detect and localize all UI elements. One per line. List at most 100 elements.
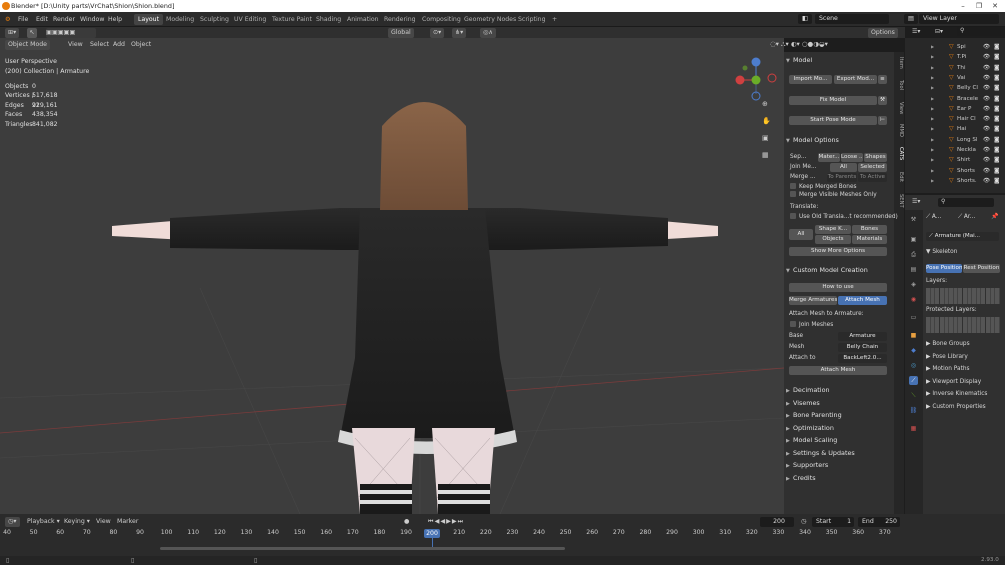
visibility-eye-icon[interactable]: 👁 xyxy=(983,176,990,186)
render-camera-icon[interactable]: ◙ xyxy=(994,135,999,145)
base-armature-field[interactable]: Armature xyxy=(838,332,887,341)
clock-icon[interactable]: ◷ xyxy=(801,517,806,527)
tab-cats[interactable]: CATS xyxy=(894,147,904,160)
modifier-props-icon[interactable]: ◆ xyxy=(909,346,918,355)
view-layer-field[interactable]: View Layer xyxy=(919,14,999,24)
bone-layers-grid[interactable] xyxy=(926,288,1000,304)
import-model-button[interactable]: Import Mo... xyxy=(789,75,832,84)
section-bone-groups[interactable]: ▶ Bone Groups xyxy=(926,340,970,349)
proportional-edit-icon[interactable]: ◎∧ xyxy=(480,28,496,38)
translate-bones-button[interactable]: Bones xyxy=(852,225,887,234)
timeline-menu-view[interactable]: View xyxy=(96,517,111,527)
render-camera-icon[interactable]: ◙ xyxy=(994,124,999,134)
tab-texture-paint[interactable]: Texture Paint xyxy=(268,14,316,25)
constraint-props-icon[interactable]: ⛓ xyxy=(909,406,918,415)
old-translate-checkbox[interactable]: Use Old Transla...t recommended) xyxy=(790,213,898,222)
outliner-editor-icon[interactable]: ☰▾ xyxy=(912,28,920,35)
visibility-eye-icon[interactable]: 👁 xyxy=(983,83,990,93)
render-camera-icon[interactable]: ◙ xyxy=(994,114,999,124)
start-frame-field[interactable]: Start 1 xyxy=(812,517,854,527)
section-model[interactable]: ▼ Model xyxy=(786,55,892,65)
outliner-row[interactable]: ▶ ▽ Thi 👁 ◙ xyxy=(905,63,1005,73)
outliner-row[interactable]: ▶ ▽ Shorts 👁 ◙ xyxy=(905,166,1005,176)
section-visemes[interactable]: ▶ Visemes xyxy=(786,398,892,408)
how-to-use-button[interactable]: How to use xyxy=(789,283,887,292)
tab-rendering[interactable]: Rendering xyxy=(380,14,420,25)
merge-to-active-button[interactable]: To Active xyxy=(858,173,887,182)
separate-loose-button[interactable]: Loose ... xyxy=(841,153,863,162)
render-camera-icon[interactable]: ◙ xyxy=(994,52,999,62)
viewport-menu-add[interactable]: Add xyxy=(113,40,125,50)
expand-icon[interactable]: ▶ xyxy=(931,104,934,114)
separate-shapes-button[interactable]: Shapes xyxy=(864,153,887,162)
outliner-row[interactable]: ▶ ▽ Ear P 👁 ◙ xyxy=(905,104,1005,114)
camera-icon[interactable]: ▣ xyxy=(762,134,769,142)
expand-icon[interactable]: ▶ xyxy=(931,166,934,176)
tab-mmd[interactable]: MMD xyxy=(894,124,904,137)
render-camera-icon[interactable]: ◙ xyxy=(994,83,999,93)
properties-search-icon[interactable]: ⚲ xyxy=(938,198,994,207)
render-camera-icon[interactable]: ◙ xyxy=(994,63,999,73)
merge-armatures-tab[interactable]: Merge Armatures xyxy=(789,296,837,305)
outliner-search-icon[interactable]: ⚲ xyxy=(957,27,1001,36)
section-supporters[interactable]: ▶ Supporters xyxy=(786,460,892,470)
maximize-button[interactable]: ❐ xyxy=(971,0,987,12)
blender-menu-icon[interactable]: ⚙ xyxy=(5,12,11,27)
select-mode-icons[interactable]: ▣▣▣▣▣ xyxy=(46,28,96,38)
section-viewport-display[interactable]: ▶ Viewport Display xyxy=(926,378,981,387)
menu-file[interactable]: File xyxy=(18,12,28,27)
outliner-row[interactable]: ▶ ▽ Hair Cl 👁 ◙ xyxy=(905,114,1005,124)
tab-view[interactable]: View xyxy=(894,102,904,114)
tab-uv-editing[interactable]: UV Editing xyxy=(230,14,270,25)
expand-icon[interactable]: ▶ xyxy=(931,145,934,155)
render-camera-icon[interactable]: ◙ xyxy=(994,166,999,176)
section-motion-paths[interactable]: ▶ Motion Paths xyxy=(926,365,970,374)
expand-icon[interactable]: ▶ xyxy=(931,176,934,186)
tab-scripting[interactable]: Scripting xyxy=(514,14,550,25)
render-camera-icon[interactable]: ◙ xyxy=(994,73,999,83)
add-workspace-icon[interactable]: + xyxy=(548,14,561,25)
mesh-field[interactable]: Belly Chain xyxy=(838,343,887,352)
viewport-menu-view[interactable]: View xyxy=(68,40,83,50)
grid-view-icon[interactable]: ▦ xyxy=(762,151,769,159)
object-props-icon[interactable]: ■ xyxy=(909,331,918,340)
minimize-button[interactable]: – xyxy=(955,0,971,12)
expand-icon[interactable]: ▶ xyxy=(931,73,934,83)
translate-shape-keys-button[interactable]: Shape K... xyxy=(815,225,851,234)
view-layer-props-icon[interactable]: ▤ xyxy=(909,265,918,274)
visibility-eye-icon[interactable]: 👁 xyxy=(983,155,990,165)
attach-to-bone-field[interactable]: BackLeft2.0... xyxy=(838,354,887,363)
tab-sculpting[interactable]: Sculpting xyxy=(196,14,233,25)
tool-props-icon[interactable]: ⚒ xyxy=(909,215,918,224)
expand-icon[interactable]: ▶ xyxy=(931,124,934,134)
armature-name-field[interactable]: ⟋ Armature (Mai... xyxy=(926,232,999,241)
current-frame-field[interactable]: 200 xyxy=(760,517,794,527)
section-bone-parenting[interactable]: ▶ Bone Parenting xyxy=(786,410,892,420)
armature-data-icon[interactable]: ⟋ xyxy=(909,376,918,385)
section-model-scaling[interactable]: ▶ Model Scaling xyxy=(786,435,892,445)
zoom-icon[interactable]: ⊕ xyxy=(762,100,768,108)
pan-hand-icon[interactable]: ✋ xyxy=(762,117,771,125)
close-button[interactable]: ✕ xyxy=(987,0,1003,12)
expand-icon[interactable]: ▶ xyxy=(931,52,934,62)
expand-icon[interactable]: ▶ xyxy=(931,63,934,73)
visibility-eye-icon[interactable]: 👁 xyxy=(983,145,990,155)
join-all-button[interactable]: All xyxy=(830,163,857,172)
physics-props-icon[interactable]: ◎ xyxy=(909,361,918,370)
playhead-frame[interactable]: 200 xyxy=(424,529,440,538)
outliner-row[interactable]: ▶ ▽ Long Sl 👁 ◙ xyxy=(905,135,1005,145)
timeline-menu-marker[interactable]: Marker xyxy=(117,517,138,527)
section-decimation[interactable]: ▶ Decimation xyxy=(786,385,892,395)
viewport-menu-select[interactable]: Select xyxy=(90,40,109,50)
rest-position-button[interactable]: Rest Position xyxy=(963,264,1000,273)
outliner-row[interactable]: ▶ ▽ Vai 👁 ◙ xyxy=(905,73,1005,83)
render-camera-icon[interactable]: ◙ xyxy=(994,104,999,114)
join-meshes-checkbox[interactable]: Join Meshes xyxy=(790,321,833,330)
merge-visible-checkbox[interactable]: Merge Visible Meshes Only xyxy=(790,191,877,200)
expand-icon[interactable]: ▶ xyxy=(931,135,934,145)
scene-icon[interactable]: ◧ xyxy=(798,14,812,24)
render-camera-icon[interactable]: ◙ xyxy=(994,42,999,52)
outliner-row[interactable]: ▶ ▽ Neckla 👁 ◙ xyxy=(905,145,1005,155)
tab-item[interactable]: Item xyxy=(894,57,904,69)
world-props-icon[interactable]: ◉ xyxy=(909,295,918,304)
